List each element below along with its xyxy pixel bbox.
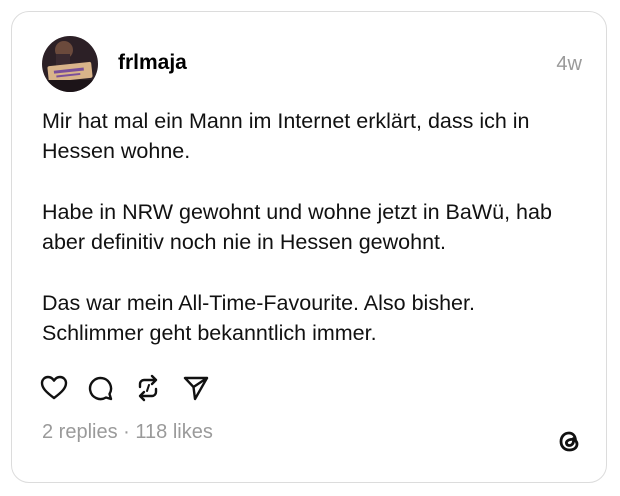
post-stats: 2 replies · 118 likes [42,420,213,444]
stats-separator: · [123,421,130,443]
heart-icon [40,375,68,400]
post-paragraph: Habe in NRW gewohnt und wohne jetzt in B… [42,200,552,254]
threads-logo-icon[interactable] [554,426,584,456]
reply-button[interactable] [86,374,114,402]
repost-button[interactable] [134,374,162,402]
avatar[interactable] [42,36,98,92]
post-timestamp: 4w [556,53,582,75]
avatar-photo-icon [42,36,98,92]
post-paragraph: Das war mein All-Time-Favourite. Also bi… [42,291,475,345]
like-button[interactable] [40,374,68,402]
share-button[interactable] [182,374,210,402]
send-icon [183,376,209,401]
likes-count[interactable]: 118 likes [135,421,212,443]
replies-count[interactable]: 2 replies [42,421,118,443]
post-paragraph: Mir hat mal ein Mann im Internet erklärt… [42,109,530,163]
comment-bubble-icon [88,376,113,401]
repost-icon [138,374,158,402]
post-text: Mir hat mal ein Mann im Internet erklärt… [42,106,592,348]
post-card: frlmaja 4w Mir hat mal ein Mann im Inter… [11,11,607,483]
username[interactable]: frlmaja [118,50,187,76]
